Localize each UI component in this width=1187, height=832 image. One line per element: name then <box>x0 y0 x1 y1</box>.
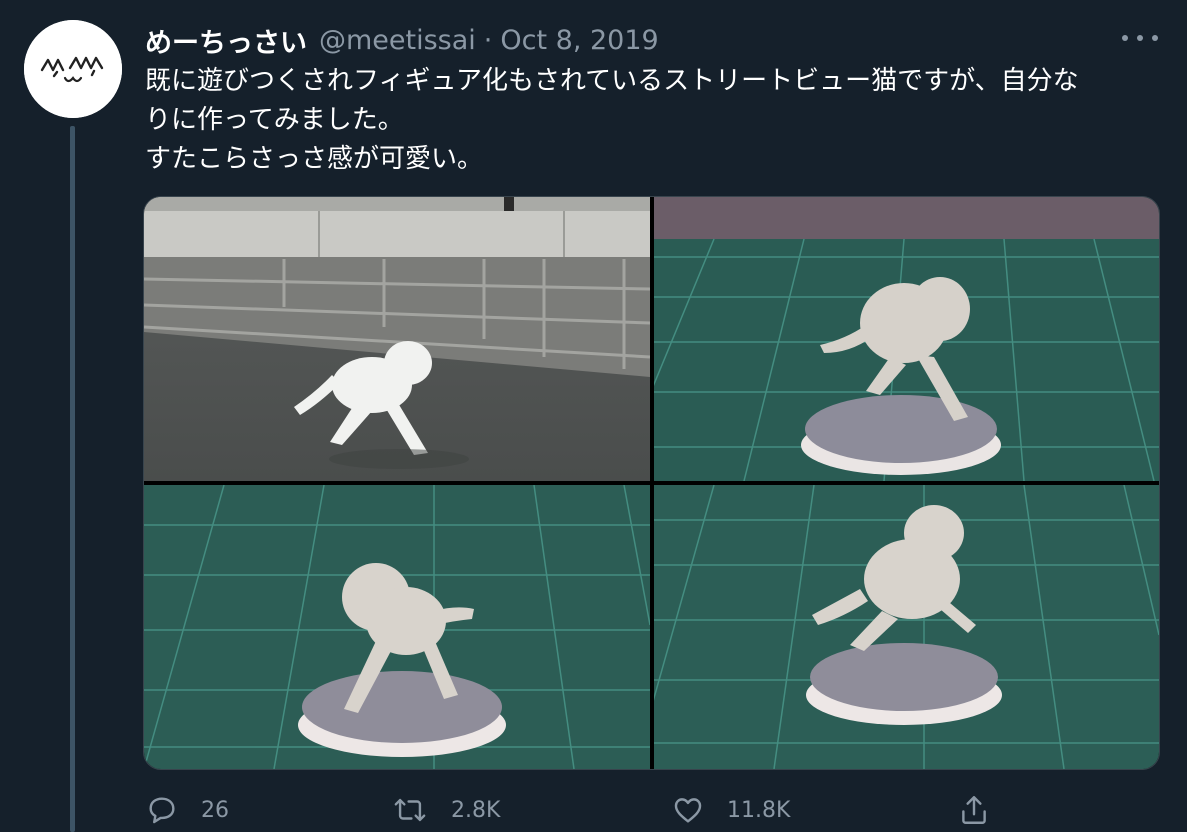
more-dot <box>1137 35 1143 41</box>
reply-icon <box>149 797 175 824</box>
tweet-text: 既に遊びつくされフィギュア化もされているストリートビュー猫ですが、自分な りに作… <box>145 62 1160 179</box>
retweet-button[interactable]: 2.8K <box>391 790 500 830</box>
tweet-text-line: 既に遊びつくされフィギュア化もされているストリートビュー猫ですが、自分な <box>145 66 1079 96</box>
like-button[interactable]: 11.8K <box>671 790 790 830</box>
cat-figure-front-image <box>144 485 650 769</box>
cat-figure-back-image <box>654 485 1159 769</box>
retweet-icon <box>394 798 426 822</box>
media-photo-2[interactable] <box>654 197 1159 481</box>
header-separator: · <box>483 24 493 56</box>
reply-button[interactable]: 26 <box>145 790 229 830</box>
more-icon[interactable] <box>1122 30 1158 46</box>
media-photo-3[interactable] <box>144 485 650 769</box>
share-button[interactable] <box>957 790 991 830</box>
like-count: 11.8K <box>727 797 791 823</box>
tweet: めーちっさい @meetissai · Oct 8, 2019 既に遊びつくされ… <box>0 0 1187 832</box>
more-dot <box>1122 35 1128 41</box>
avatar[interactable] <box>24 20 122 118</box>
heart-icon <box>674 798 702 823</box>
display-name[interactable]: めーちっさい <box>145 21 307 60</box>
tweet-text-line: すたこらさっさ感が可愛い。 <box>145 144 484 174</box>
media-photo-4[interactable] <box>654 485 1159 769</box>
user-handle[interactable]: @meetissai <box>319 25 476 56</box>
more-dot <box>1152 35 1158 41</box>
tweet-header: めーちっさい @meetissai · Oct 8, 2019 <box>145 21 659 60</box>
share-icon <box>962 796 986 824</box>
cat-figure-side-image <box>654 197 1159 481</box>
tweet-date[interactable]: Oct 8, 2019 <box>500 25 658 56</box>
street-view-cat-image <box>144 197 650 481</box>
avatar-face-icon <box>24 20 122 118</box>
media-photo-1[interactable] <box>144 197 650 481</box>
action-bar: 26 2.8K 11.8K <box>145 790 1160 830</box>
reply-count: 26 <box>201 797 229 823</box>
thread-line <box>70 126 75 832</box>
media-grid <box>143 196 1160 770</box>
tweet-text-line: りに作ってみました。 <box>145 105 404 135</box>
retweet-count: 2.8K <box>451 797 501 823</box>
